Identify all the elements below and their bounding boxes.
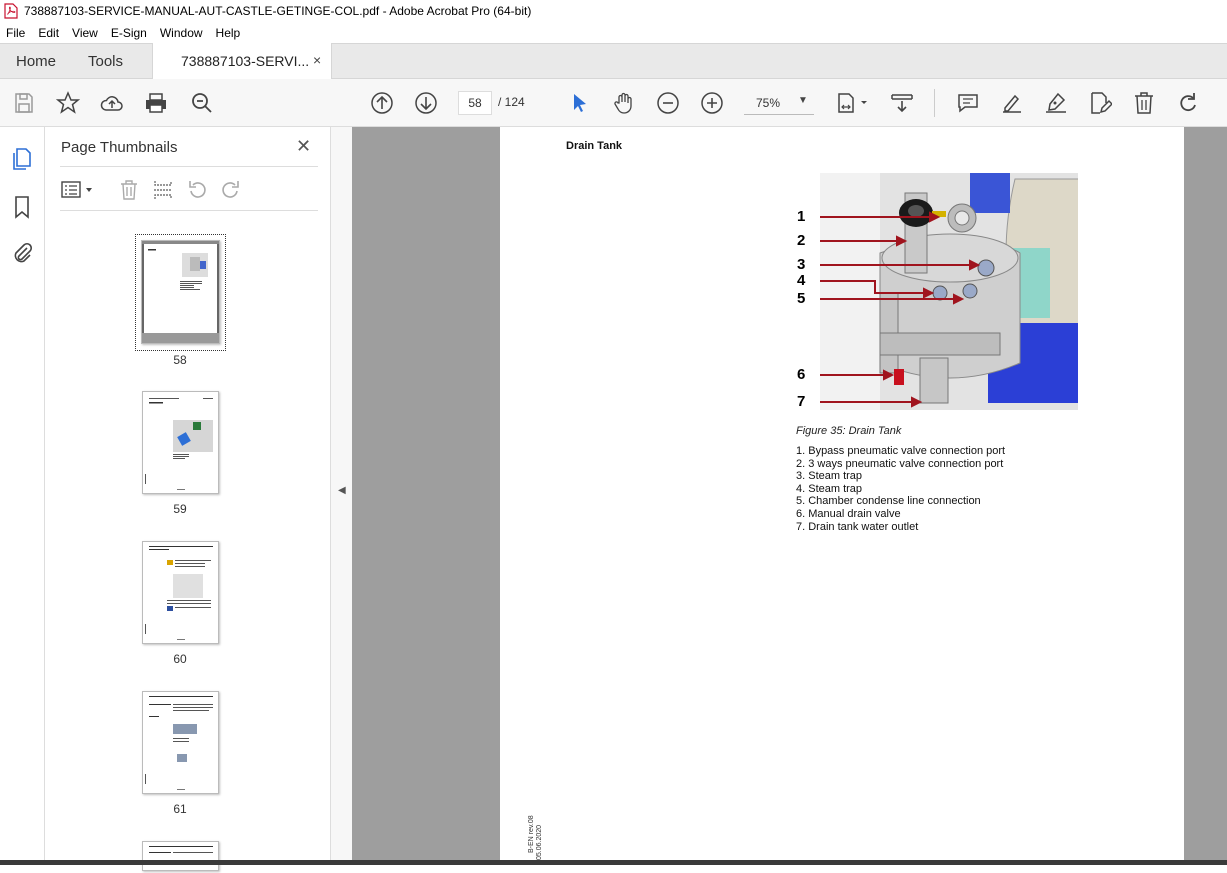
select-cursor-icon[interactable]: [568, 91, 592, 115]
tab-tools[interactable]: Tools: [88, 53, 123, 70]
zoom-in-icon[interactable]: [700, 91, 724, 115]
page-total: / 124: [498, 95, 525, 109]
menu-help[interactable]: Help: [216, 26, 241, 40]
zoom-search-icon[interactable]: [190, 91, 214, 115]
thumbnail-page-59[interactable]: [142, 391, 219, 494]
thumbnail-label: 58: [173, 353, 187, 367]
hand-tool-icon[interactable]: [612, 91, 636, 115]
callout-number: 4: [797, 272, 806, 289]
legend-item: 2. 3 ways pneumatic valve connection por…: [796, 457, 1004, 470]
legend-item: 4. Steam trap: [796, 482, 863, 495]
menu-view[interactable]: View: [72, 26, 98, 40]
tab-document[interactable]: 738887103-SERVI... ×: [152, 43, 332, 80]
callout-number: 2: [797, 232, 806, 249]
toolbar-divider: [934, 89, 935, 117]
previous-page-icon[interactable]: [370, 91, 394, 115]
tab-bar: Home Tools 738887103-SERVI... ×: [0, 43, 1227, 80]
callout-number: 5: [797, 290, 806, 307]
menu-bar: File Edit View E-Sign Window Help: [0, 22, 1227, 43]
section-heading: Drain Tank: [566, 140, 623, 152]
legend-item: 1. Bypass pneumatic valve connection por…: [796, 445, 1006, 457]
title-bar: 738887103-SERVICE-MANUAL-AUT-CASTLE-GETI…: [0, 0, 1227, 22]
thumbnail-page-60[interactable]: [142, 541, 219, 644]
zoom-out-icon[interactable]: [656, 91, 680, 115]
thumbnail-label: 59: [173, 502, 187, 516]
menu-window[interactable]: Window: [160, 26, 203, 40]
left-navigation-rail: [0, 127, 45, 860]
highlight-pen-icon[interactable]: [1000, 91, 1024, 115]
panel-divider: [60, 210, 318, 211]
callout-number: 6: [797, 366, 806, 383]
thumbnail-page-62[interactable]: [142, 841, 219, 871]
rotate-clockwise-icon[interactable]: [220, 179, 242, 201]
legend-item: 3. Steam trap: [796, 470, 863, 483]
edit-pdf-icon[interactable]: [1088, 91, 1112, 115]
menu-esign[interactable]: E-Sign: [111, 26, 147, 40]
panel-divider: [60, 166, 318, 167]
document-view[interactable]: Drain Tank 1 2 3 4 5 6 7 Figure 35: Drai…: [352, 127, 1227, 860]
callout-number: 1: [797, 208, 806, 225]
drain-tank-illustration: [820, 173, 1078, 410]
figure-legend: 1. Bypass pneumatic valve connection por…: [796, 445, 1005, 533]
thumbnail-preview: [142, 241, 219, 343]
thumbnail-preview: [145, 546, 213, 640]
panel-collapse-handle[interactable]: ◀: [330, 127, 352, 860]
upload-cloud-icon[interactable]: [100, 91, 124, 115]
save-icon[interactable]: [12, 91, 36, 115]
callout-number: 7: [797, 393, 806, 410]
panel-title: Page Thumbnails: [61, 139, 178, 156]
page-footer-date: 05.06.2020: [536, 824, 543, 860]
figure-caption: Figure 35: Drain Tank: [796, 425, 902, 437]
legend-item: 7. Drain tank water outlet: [796, 520, 919, 533]
bookmark-star-icon[interactable]: [56, 91, 80, 115]
redo-icon[interactable]: [1176, 91, 1200, 115]
legend-item: 6. Manual drain valve: [796, 507, 901, 520]
delete-trash-icon[interactable]: [1132, 91, 1156, 115]
attachments-paperclip-icon[interactable]: [10, 241, 34, 265]
thumbnail-options-icon[interactable]: [60, 179, 96, 201]
next-page-icon[interactable]: [414, 91, 438, 115]
thumbnail-preview: [145, 696, 213, 790]
menu-file[interactable]: File: [6, 26, 25, 40]
pdf-file-icon: [4, 3, 18, 19]
pdf-page: Drain Tank 1 2 3 4 5 6 7 Figure 35: Drai…: [500, 127, 1184, 860]
rotate-counterclockwise-icon[interactable]: [186, 179, 208, 201]
thumbnail-delete-icon[interactable]: [118, 179, 140, 201]
zoom-level-dropdown[interactable]: 75% ▼: [744, 91, 814, 115]
page-fit-icon[interactable]: [836, 91, 870, 115]
thumbnail-preview: [145, 398, 213, 490]
tab-close-icon[interactable]: ×: [313, 52, 321, 68]
thumbnail-label: 60: [173, 652, 187, 666]
sign-pen-icon[interactable]: [1044, 91, 1068, 115]
zoom-level-value: 75%: [756, 96, 781, 110]
collapse-left-arrow-icon[interactable]: ◀: [338, 485, 346, 496]
thumbnail-page-58[interactable]: [141, 240, 220, 344]
thumbnail-page-61[interactable]: [142, 691, 219, 794]
callout-number: 3: [797, 256, 806, 273]
chevron-down-icon: ▼: [798, 95, 808, 106]
page-number-input[interactable]: 58: [458, 91, 492, 115]
thumbnail-label: 61: [173, 802, 187, 816]
page-thumbnails-icon[interactable]: [10, 147, 34, 171]
panel-close-icon[interactable]: ✕: [296, 136, 311, 157]
window-title: 738887103-SERVICE-MANUAL-AUT-CASTLE-GETI…: [24, 4, 532, 18]
legend-item: 5. Chamber condense line connection: [796, 495, 981, 508]
main-toolbar: 58 / 124 75% ▼: [0, 79, 1227, 127]
comment-icon[interactable]: [956, 91, 980, 115]
thumbnail-extract-icon[interactable]: [152, 179, 174, 201]
menu-edit[interactable]: Edit: [38, 26, 59, 40]
bottom-edge: [0, 860, 1227, 865]
page-thumbnails-panel: Page Thumbnails ✕ 58 59 60 61: [46, 127, 371, 871]
thumbnail-preview: [149, 846, 213, 853]
print-icon[interactable]: [144, 91, 168, 115]
bookmarks-icon[interactable]: [10, 195, 34, 219]
scroll-mode-icon[interactable]: [890, 91, 914, 115]
tab-home[interactable]: Home: [16, 53, 56, 70]
tab-document-label: 738887103-SERVI...: [181, 53, 310, 69]
page-footer-rev: B-EN rev.08: [528, 815, 535, 853]
